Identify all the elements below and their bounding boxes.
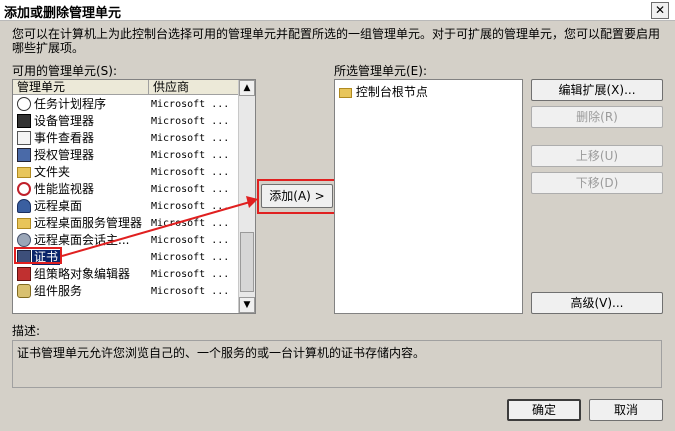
move-down-button[interactable]: 下移(D) xyxy=(531,172,663,194)
cancel-button[interactable]: 取消 xyxy=(589,399,663,421)
remove-button[interactable]: 删除(R) xyxy=(531,106,663,128)
ok-button[interactable]: 确定 xyxy=(507,399,581,421)
move-up-button[interactable]: 上移(U) xyxy=(531,145,663,167)
description-box: 证书管理单元允许您浏览自己的、一个服务的或一台计算机的证书存储内容。 xyxy=(12,340,662,388)
folder-icon xyxy=(339,87,352,98)
advanced-button[interactable]: 高级(V)... xyxy=(531,292,663,314)
selected-snapins-list[interactable]: 控制台根节点 xyxy=(334,79,523,314)
description-label: 描述: xyxy=(12,324,41,338)
list-item[interactable]: 控制台根节点 xyxy=(339,83,428,100)
selected-snapins-label: 所选管理单元(E): xyxy=(334,64,427,78)
edit-extensions-button[interactable]: 编辑扩展(X)... xyxy=(531,79,663,101)
